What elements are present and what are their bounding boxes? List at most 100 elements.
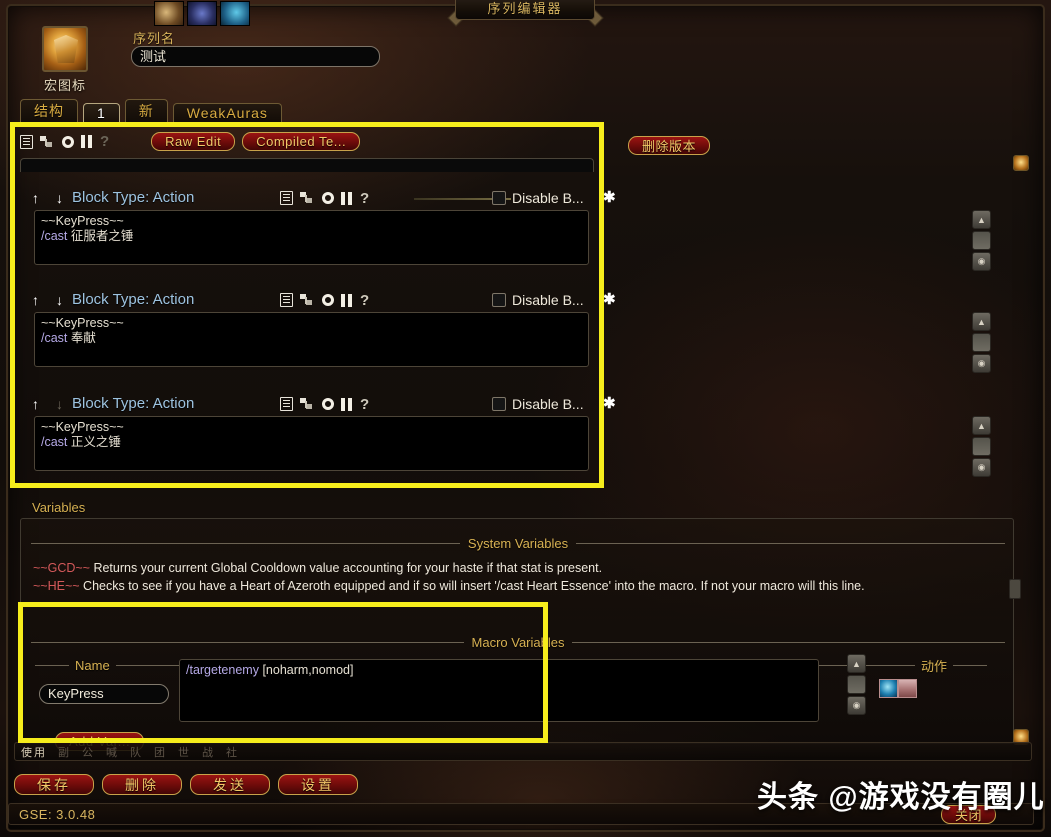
- tab-version-1[interactable]: 1: [83, 103, 120, 123]
- scroll-thumb-top[interactable]: [1013, 155, 1029, 171]
- delete-variable-icon[interactable]: [898, 679, 917, 698]
- list-icon[interactable]: [280, 397, 293, 411]
- macro-variables-label: Macro Variables: [471, 634, 565, 650]
- scroll-up-icon[interactable]: ▲: [972, 416, 991, 435]
- rule-d: [953, 664, 987, 666]
- raw-edit-button[interactable]: Raw Edit: [151, 132, 236, 151]
- system-variable-line: ~~HE~~ Checks to see if you have a Heart…: [33, 577, 1001, 595]
- variable-value-editor[interactable]: /targetenemy [noharm,nomod]: [179, 659, 819, 722]
- scroll-up-icon[interactable]: ▲: [847, 654, 866, 673]
- macro-line: /targetenemy [noharm,nomod]: [186, 663, 812, 678]
- spec-icon-1[interactable]: [154, 1, 184, 26]
- action-block-1: ↑ ↓ Block Type: Action ? Disable B... ✱ …: [14, 186, 994, 271]
- remove-block-icon[interactable]: ✱: [603, 392, 616, 416]
- tab-new[interactable]: 新: [124, 99, 168, 123]
- action-block-2-editor[interactable]: ~~KeyPress~~ /cast 奉献: [34, 312, 589, 367]
- macro-argument: 奉献: [70, 331, 96, 345]
- record-icon[interactable]: [62, 135, 74, 148]
- disable-block-checkbox[interactable]: [492, 293, 506, 307]
- rule-left: [31, 542, 460, 544]
- variable-action-icons: [879, 679, 917, 698]
- action-block-1-title: Block Type: Action: [72, 189, 195, 206]
- scroll-thumb[interactable]: [972, 333, 991, 352]
- pause-icon[interactable]: [81, 135, 93, 148]
- list-icon[interactable]: [280, 191, 293, 205]
- scroll-thumb[interactable]: [847, 675, 866, 694]
- tab-weakauras[interactable]: WeakAuras: [172, 103, 282, 123]
- window-title: 序列编辑器: [487, 0, 563, 16]
- chat-tab-yell[interactable]: 喊: [106, 744, 119, 760]
- steps-icon[interactable]: [300, 293, 315, 307]
- disable-block-checkbox[interactable]: [492, 191, 506, 205]
- chat-tab-party[interactable]: 队: [130, 744, 143, 760]
- remove-block-icon[interactable]: ✱: [603, 186, 616, 210]
- macro-line: ~~KeyPress~~: [41, 214, 124, 228]
- delete-version-button[interactable]: 删除版本: [628, 136, 711, 155]
- chat-tab-raid[interactable]: 团: [154, 744, 167, 760]
- delete-button[interactable]: 删除: [102, 774, 182, 795]
- scroll-thumb[interactable]: [972, 437, 991, 456]
- chat-tab-battle[interactable]: 战: [202, 744, 215, 760]
- scroll-down-icon[interactable]: ◉: [972, 252, 991, 271]
- record-icon[interactable]: [322, 294, 334, 306]
- help-icon[interactable]: ?: [100, 134, 109, 149]
- macro-line: /cast 奉献: [41, 331, 582, 346]
- help-icon[interactable]: ?: [360, 191, 369, 206]
- macro-argument: [noharm,nomod]: [262, 663, 354, 677]
- disable-block-checkbox[interactable]: [492, 397, 506, 411]
- action-block-3-editor[interactable]: ~~KeyPress~~ /cast 正义之锤: [34, 416, 589, 471]
- chat-tab-world[interactable]: 世: [178, 744, 191, 760]
- help-icon[interactable]: ?: [360, 397, 369, 412]
- record-icon[interactable]: [322, 192, 334, 204]
- list-icon[interactable]: [280, 293, 293, 307]
- scroll-up-icon[interactable]: ▲: [972, 210, 991, 229]
- move-down-icon[interactable]: ↓: [56, 288, 63, 312]
- macro-line: ~~KeyPress~~: [41, 316, 124, 330]
- move-down-icon[interactable]: ↓: [56, 186, 63, 210]
- scroll-down-icon[interactable]: ◉: [847, 696, 866, 715]
- chat-tab-social[interactable]: 社: [226, 744, 239, 760]
- tab-structure[interactable]: 结构: [20, 99, 78, 123]
- spell-icon[interactable]: [879, 679, 898, 698]
- rule-left: [31, 641, 464, 643]
- scroll-up-icon[interactable]: ▲: [972, 312, 991, 331]
- chat-tab-strip: 使用 副 公 喊 队 团 世 战 社: [14, 742, 1032, 761]
- pause-icon[interactable]: [341, 397, 353, 411]
- main-scrollbar[interactable]: [1012, 155, 1030, 745]
- remove-block-icon[interactable]: ✱: [603, 288, 616, 312]
- action-block-3-header: ↑ ↓ Block Type: Action ? Disable B... ✱: [14, 392, 994, 416]
- variable-value-side-controls: ▲ ◉: [847, 654, 867, 717]
- action-block-1-editor[interactable]: ~~KeyPress~~ /cast 征服者之锤: [34, 210, 589, 265]
- list-icon[interactable]: [20, 134, 33, 149]
- chat-tab-general[interactable]: 使用: [21, 744, 47, 760]
- pause-icon[interactable]: [341, 293, 353, 307]
- macro-icon-button[interactable]: [42, 26, 88, 72]
- chat-tab-public[interactable]: 公: [82, 744, 95, 760]
- help-icon[interactable]: ?: [360, 293, 369, 308]
- sequence-name-input[interactable]: 测试: [131, 46, 380, 67]
- pause-icon[interactable]: [341, 191, 353, 205]
- steps-icon[interactable]: [40, 135, 55, 149]
- move-up-icon[interactable]: ↑: [32, 288, 39, 312]
- action-block-3: ↑ ↓ Block Type: Action ? Disable B... ✱ …: [14, 392, 994, 477]
- record-icon[interactable]: [322, 398, 334, 410]
- system-variables-label: System Variables: [467, 535, 569, 551]
- scroll-down-icon[interactable]: ◉: [972, 354, 991, 373]
- scroll-thumb[interactable]: [972, 231, 991, 250]
- spec-icon-2[interactable]: [187, 1, 217, 26]
- save-button[interactable]: 保存: [14, 774, 94, 795]
- move-down-icon: ↓: [56, 396, 63, 412]
- rule-right: [572, 641, 1005, 643]
- chat-tab-instance[interactable]: 副: [58, 744, 71, 760]
- move-up-icon[interactable]: ↑: [32, 392, 39, 416]
- spec-icon-3[interactable]: [220, 1, 250, 26]
- variable-name-input[interactable]: KeyPress: [39, 684, 169, 704]
- settings-button[interactable]: 设置: [278, 774, 358, 795]
- variables-panel-title: Variables: [32, 500, 86, 515]
- compiled-template-button[interactable]: Compiled Te...: [242, 132, 361, 151]
- send-button[interactable]: 发送: [190, 774, 270, 795]
- steps-icon[interactable]: [300, 191, 315, 205]
- move-up-icon[interactable]: ↑: [32, 186, 39, 210]
- scroll-down-icon[interactable]: ◉: [972, 458, 991, 477]
- steps-icon[interactable]: [300, 397, 315, 411]
